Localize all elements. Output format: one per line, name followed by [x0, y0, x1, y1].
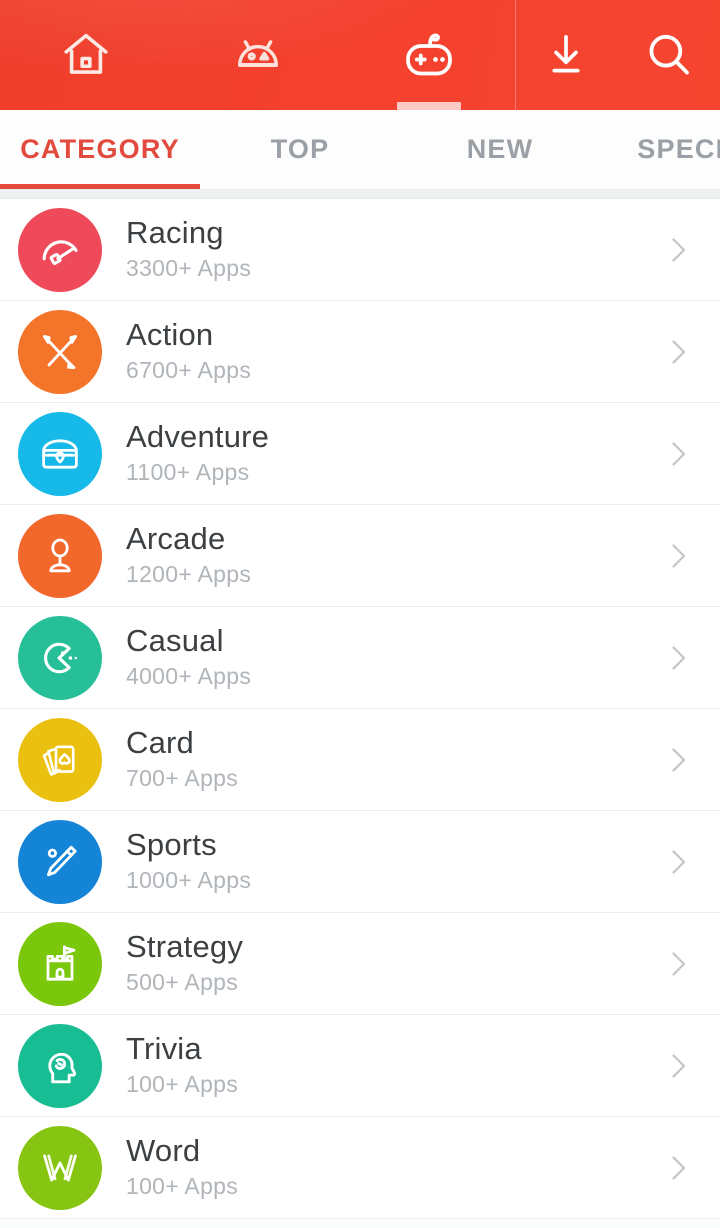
list-item-text: Word 100+ Apps [102, 1134, 650, 1200]
list-item-text: Arcade 1200+ Apps [102, 522, 650, 588]
castle-flag-icon [36, 940, 84, 988]
list-item-text: Card 700+ Apps [102, 726, 650, 792]
letter-w-icon [35, 1143, 85, 1193]
chevron-right-icon[interactable] [650, 538, 720, 574]
category-icon-badge [18, 615, 102, 700]
category-icon-badge [18, 1125, 102, 1210]
category-icon-badge [18, 411, 102, 496]
nav-downloads-button[interactable] [515, 0, 618, 110]
list-item-title: Strategy [126, 929, 244, 965]
list-item-title: Adventure [126, 419, 270, 455]
category-icon-badge [18, 921, 102, 1006]
list-item[interactable]: Arcade 1200+ Apps [0, 505, 720, 607]
tab-category-label: CATEGORY [20, 134, 180, 164]
crossed-swords-icon [36, 328, 84, 376]
tab-new-label: NEW [466, 134, 534, 164]
app-screen: CATEGORY TOP NEW SPECIAL [0, 0, 720, 1228]
chevron-right-icon[interactable] [650, 436, 720, 472]
list-item-title: Racing [126, 215, 224, 251]
list-item-text: Trivia 100+ Apps [102, 1032, 650, 1098]
list-item-title: Trivia [126, 1031, 202, 1067]
playing-cards-icon [36, 736, 84, 784]
list-item-text: Strategy 500+ Apps [102, 930, 650, 996]
search-icon [642, 28, 696, 82]
top-app-bar [0, 0, 720, 110]
tab-special-label: SPECIAL [637, 134, 720, 164]
list-item-subtitle: 500+ Apps [126, 968, 239, 995]
list-item-title: Card [126, 725, 194, 761]
android-robot-icon [230, 27, 286, 83]
category-icon-badge [18, 819, 102, 904]
list-item-subtitle: 1100+ Apps [126, 458, 250, 485]
pacman-icon [35, 633, 85, 683]
category-icon-badge [18, 717, 102, 802]
list-item-subtitle: 6700+ Apps [126, 356, 252, 383]
tab-category[interactable]: CATEGORY [0, 110, 200, 189]
speedometer-icon [35, 225, 85, 275]
list-item[interactable]: Trivia 100+ Apps [0, 1015, 720, 1117]
chevron-right-icon[interactable] [650, 946, 720, 982]
list-item-subtitle: 700+ Apps [126, 764, 239, 791]
nav-home-button[interactable] [0, 0, 172, 110]
whistle-icon [36, 838, 84, 886]
nav-games-button[interactable] [343, 0, 515, 110]
list-item[interactable]: Racing 3300+ Apps [0, 199, 720, 301]
list-item-subtitle: 4000+ Apps [126, 662, 252, 689]
list-item[interactable]: Strategy 500+ Apps [0, 913, 720, 1015]
chevron-right-icon[interactable] [650, 232, 720, 268]
list-item[interactable]: Action 6700+ Apps [0, 301, 720, 403]
joystick-icon [36, 532, 84, 580]
list-item[interactable]: Word 100+ Apps [0, 1117, 720, 1219]
list-item-text: Racing 3300+ Apps [102, 216, 650, 282]
chevron-right-icon[interactable] [650, 1048, 720, 1084]
list-item-subtitle: 100+ Apps [126, 1172, 239, 1199]
list-item-title: Action [126, 317, 214, 353]
tab-list-separator [0, 190, 720, 199]
nav-apps-button[interactable] [172, 0, 344, 110]
category-tab-strip[interactable]: CATEGORY TOP NEW SPECIAL [0, 110, 720, 190]
list-item-title: Word [126, 1133, 201, 1169]
list-item-text: Sports 1000+ Apps [102, 828, 650, 894]
category-icon-badge [18, 513, 102, 598]
list-item-title: Sports [126, 827, 217, 863]
list-item-title: Casual [126, 623, 224, 659]
list-item[interactable]: Casual 4000+ Apps [0, 607, 720, 709]
app-bar-primary-nav [0, 0, 515, 110]
category-icon-badge [18, 309, 102, 394]
list-item-text: Action 6700+ Apps [102, 318, 650, 384]
home-icon [59, 28, 113, 82]
tab-top[interactable]: TOP [200, 110, 400, 189]
brain-head-icon [35, 1041, 85, 1091]
nav-search-button[interactable] [618, 0, 720, 110]
list-item-subtitle: 3300+ Apps [126, 254, 252, 281]
chevron-right-icon[interactable] [650, 1150, 720, 1186]
list-item-title: Arcade [126, 521, 226, 557]
list-item[interactable]: Sports 1000+ Apps [0, 811, 720, 913]
list-item-subtitle: 1000+ Apps [126, 866, 252, 893]
app-bar-secondary-nav [515, 0, 720, 110]
chevron-right-icon[interactable] [650, 844, 720, 880]
active-nav-indicator [397, 102, 462, 110]
category-icon-badge [18, 1023, 102, 1108]
chevron-right-icon[interactable] [650, 640, 720, 676]
list-item-subtitle: 100+ Apps [126, 1070, 239, 1097]
treasure-chest-icon [36, 430, 84, 478]
gamepad-icon [399, 25, 459, 85]
download-icon [540, 29, 592, 81]
chevron-right-icon[interactable] [650, 742, 720, 778]
category-icon-badge [18, 207, 102, 292]
category-list: Racing 3300+ Apps Action 6700+ Apps Adve… [0, 199, 720, 1219]
list-item-text: Casual 4000+ Apps [102, 624, 650, 690]
list-item[interactable]: Card 700+ Apps [0, 709, 720, 811]
list-item-text: Adventure 1100+ Apps [102, 420, 650, 486]
list-item[interactable]: Adventure 1100+ Apps [0, 403, 720, 505]
list-item-subtitle: 1200+ Apps [126, 560, 252, 587]
tab-special[interactable]: SPECIAL [600, 110, 720, 189]
tab-top-label: TOP [270, 134, 330, 164]
chevron-right-icon[interactable] [650, 334, 720, 370]
tab-new[interactable]: NEW [400, 110, 600, 189]
